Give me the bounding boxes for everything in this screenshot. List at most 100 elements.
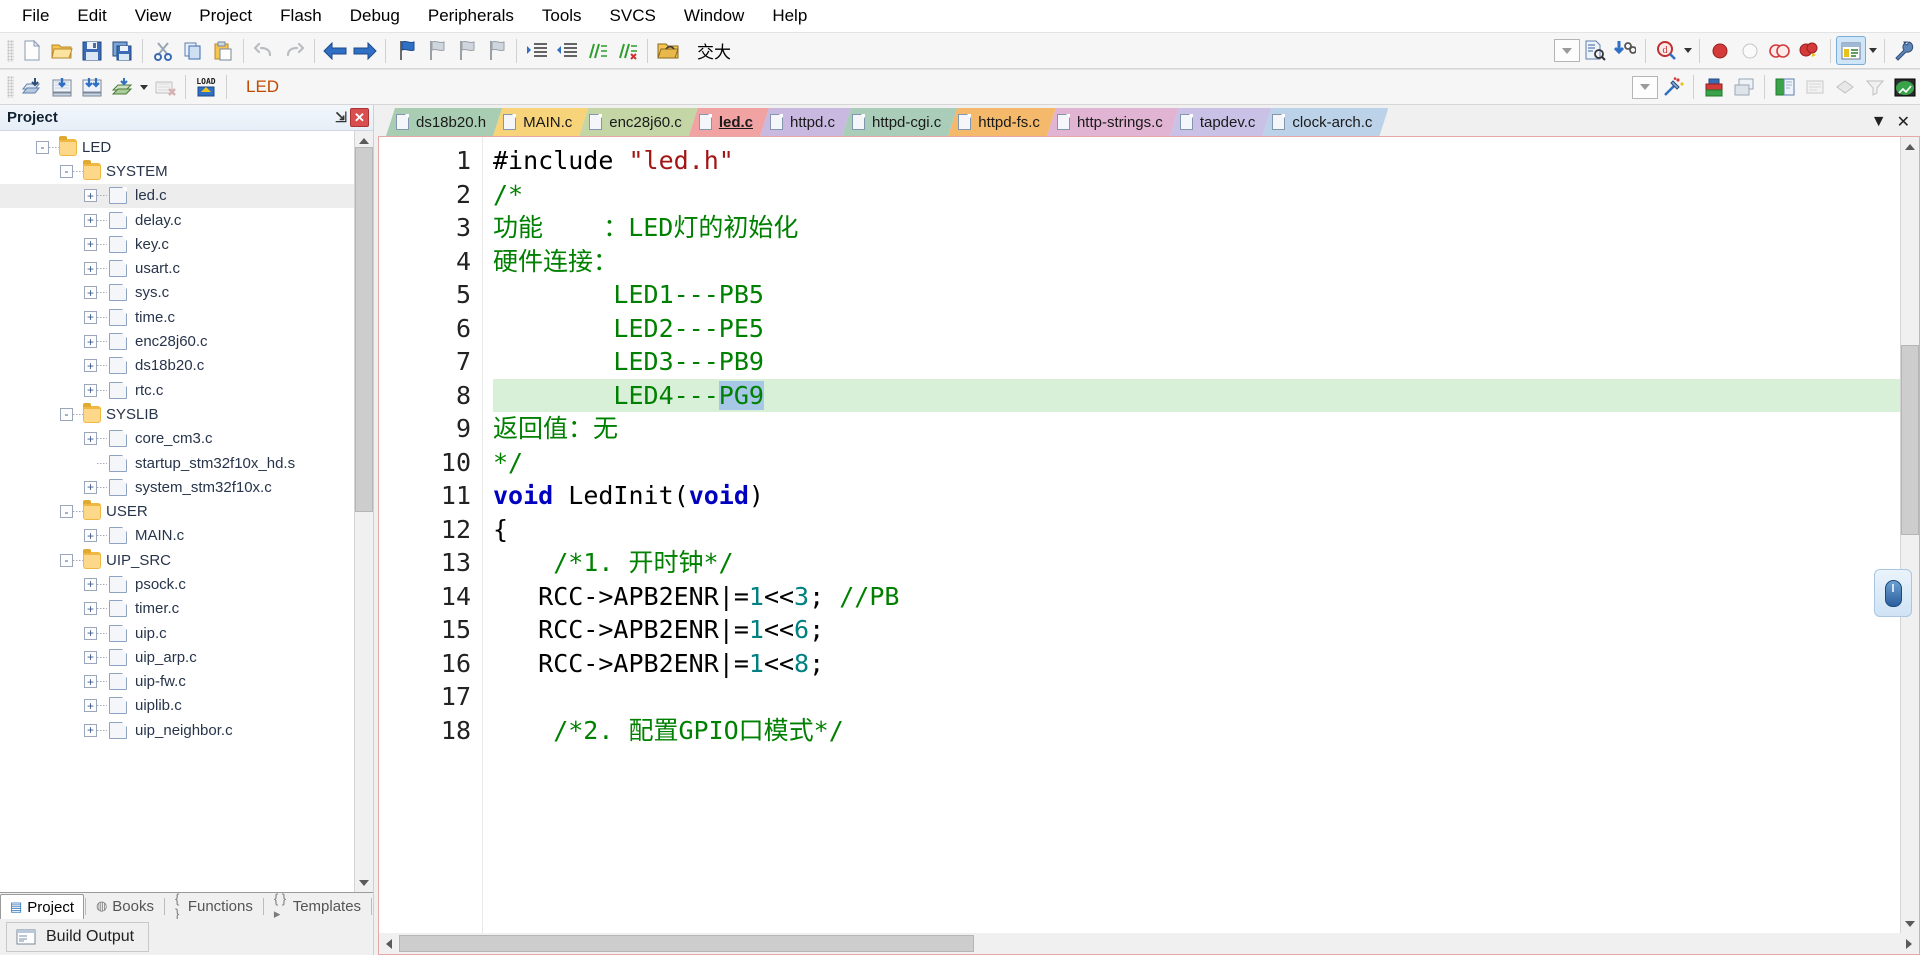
expand-icon[interactable]: + bbox=[84, 675, 97, 688]
code-scroll-thumb[interactable] bbox=[1901, 345, 1919, 535]
editor-tab-tapdev-c[interactable]: tapdev.c bbox=[1170, 108, 1272, 136]
editor-tab-main-c[interactable]: MAIN.c bbox=[493, 108, 588, 136]
incremental-find-icon[interactable] bbox=[1610, 36, 1640, 65]
code-line[interactable]: 返回值：无 bbox=[493, 412, 1900, 446]
code-scroll-region[interactable]: #include "led.h"/*功能 ：LED灯的初始化硬件连接： LED1… bbox=[483, 137, 1900, 933]
breakpoint-disable-icon[interactable] bbox=[1735, 36, 1765, 65]
comment-icon[interactable] bbox=[582, 36, 612, 65]
menu-flash[interactable]: Flash bbox=[266, 2, 336, 30]
expand-icon[interactable]: + bbox=[84, 432, 97, 445]
panel-tab-functions[interactable]: { }Functions bbox=[166, 893, 262, 919]
tree-file-uip-c[interactable]: +uip.c bbox=[0, 621, 354, 645]
debug-float-button[interactable] bbox=[1874, 569, 1912, 617]
collapse-icon[interactable]: - bbox=[60, 505, 73, 518]
rebuild-icon[interactable] bbox=[77, 73, 107, 102]
code-line[interactable]: RCC->APB2ENR|=1<<3; //PB bbox=[493, 580, 1900, 614]
build-output-tab[interactable]: Build Output bbox=[6, 922, 149, 952]
collapse-icon[interactable]: - bbox=[60, 554, 73, 567]
menu-tools[interactable]: Tools bbox=[528, 2, 596, 30]
target-selector-label[interactable]: LED bbox=[246, 77, 279, 97]
code-horizontal-scrollbar[interactable] bbox=[378, 933, 1920, 955]
find-in-files-icon[interactable] bbox=[1580, 36, 1610, 65]
breakpoint-disable-all-icon[interactable] bbox=[1795, 36, 1825, 65]
panel-tab-templates[interactable]: { }▸Templates bbox=[265, 893, 370, 919]
tree-group-uip-src[interactable]: -UIP_SRC bbox=[0, 548, 354, 572]
editor-tab-httpd-cgi-c[interactable]: httpd-cgi.c bbox=[842, 108, 957, 136]
target-dropdown[interactable] bbox=[1632, 76, 1658, 99]
bookmark-toggle-icon[interactable] bbox=[391, 36, 421, 65]
bookmark-next-icon[interactable] bbox=[451, 36, 481, 65]
uncomment-icon[interactable] bbox=[612, 36, 642, 65]
menu-edit[interactable]: Edit bbox=[63, 2, 120, 30]
tree-group-system[interactable]: -SYSTEM bbox=[0, 159, 354, 183]
collapse-icon[interactable]: - bbox=[60, 408, 73, 421]
code-lines[interactable]: #include "led.h"/*功能 ：LED灯的初始化硬件连接： LED1… bbox=[483, 137, 1900, 747]
configuration-wizard-icon[interactable] bbox=[1836, 36, 1866, 65]
outdent-icon[interactable] bbox=[552, 36, 582, 65]
find-dropdown-caret[interactable] bbox=[1681, 36, 1694, 65]
collapse-icon[interactable]: - bbox=[60, 165, 73, 178]
toolbar-grip[interactable] bbox=[7, 40, 14, 62]
find-icon[interactable]: d bbox=[1651, 36, 1681, 65]
tree-file-system-stm32f10x-c[interactable]: +system_stm32f10x.c bbox=[0, 475, 354, 499]
expand-icon[interactable]: + bbox=[84, 699, 97, 712]
expand-icon[interactable]: + bbox=[84, 384, 97, 397]
project-panel-tabs[interactable]: ▤Project◍Books{ }Functions{ }▸Templates bbox=[0, 892, 373, 919]
utilities-icon[interactable] bbox=[1890, 36, 1920, 65]
tab-list-icon[interactable]: ▼ bbox=[1871, 113, 1887, 131]
functions-window-icon[interactable] bbox=[1830, 73, 1860, 102]
expand-icon[interactable]: + bbox=[84, 214, 97, 227]
code-line[interactable]: 功能 ：LED灯的初始化 bbox=[493, 211, 1900, 245]
save-all-icon[interactable] bbox=[107, 36, 137, 65]
scroll-thumb[interactable] bbox=[355, 147, 373, 512]
expand-icon[interactable]: + bbox=[84, 724, 97, 737]
code-scroll-up-icon[interactable] bbox=[1901, 137, 1919, 156]
project-tree-scrollbar[interactable] bbox=[354, 131, 373, 892]
stop-build-icon[interactable] bbox=[150, 73, 180, 102]
code-line[interactable]: #include "led.h" bbox=[493, 144, 1900, 178]
code-scroll-down-icon[interactable] bbox=[1901, 914, 1919, 933]
project-tree[interactable]: -LED-SYSTEM+led.c+delay.c+key.c+usart.c+… bbox=[0, 131, 354, 892]
new-file-icon[interactable] bbox=[17, 36, 47, 65]
expand-icon[interactable]: + bbox=[84, 238, 97, 251]
pin-icon[interactable]: ⇲ bbox=[332, 109, 350, 126]
tree-file-uip-fw-c[interactable]: +uip-fw.c bbox=[0, 670, 354, 694]
debug-session-icon[interactable] bbox=[1890, 73, 1920, 102]
tree-file-usart-c[interactable]: +usart.c bbox=[0, 256, 354, 280]
code-line[interactable]: LED1---PB5 bbox=[493, 278, 1900, 312]
expand-icon[interactable]: + bbox=[84, 286, 97, 299]
menu-project[interactable]: Project bbox=[185, 2, 266, 30]
save-icon[interactable] bbox=[77, 36, 107, 65]
build-icon[interactable] bbox=[47, 73, 77, 102]
code-line[interactable]: */ bbox=[493, 446, 1900, 480]
collapse-icon[interactable]: - bbox=[36, 141, 49, 154]
code-line[interactable]: /*2. 配置GPIO口模式*/ bbox=[493, 714, 1900, 748]
expand-icon[interactable]: + bbox=[84, 359, 97, 372]
expand-icon[interactable]: + bbox=[84, 578, 97, 591]
tree-file-uiplib-c[interactable]: +uiplib.c bbox=[0, 694, 354, 718]
bookmark-clear-icon[interactable] bbox=[481, 36, 511, 65]
panel-tab-books[interactable]: ◍Books bbox=[87, 893, 163, 919]
menu-help[interactable]: Help bbox=[758, 2, 821, 30]
editor-tab-strip[interactable]: ds18b20.hMAIN.cenc28j60.cled.chttpd.chtt… bbox=[378, 105, 1920, 136]
menu-debug[interactable]: Debug bbox=[336, 2, 414, 30]
expand-icon[interactable]: + bbox=[84, 335, 97, 348]
scroll-down-icon[interactable] bbox=[355, 873, 373, 892]
tree-group-syslib[interactable]: -SYSLIB bbox=[0, 402, 354, 426]
bookmark-prev-icon[interactable] bbox=[421, 36, 451, 65]
code-line[interactable]: LED4---PG9 bbox=[493, 379, 1900, 413]
editor-tab-httpd-fs-c[interactable]: httpd-fs.c bbox=[948, 108, 1056, 136]
navigate-back-icon[interactable] bbox=[320, 36, 350, 65]
translate-icon[interactable] bbox=[17, 73, 47, 102]
code-line[interactable]: /* bbox=[493, 178, 1900, 212]
tree-file-main-c[interactable]: +MAIN.c bbox=[0, 524, 354, 548]
code-line[interactable] bbox=[493, 680, 1900, 714]
expand-icon[interactable]: + bbox=[84, 651, 97, 664]
tree-file-delay-c[interactable]: +delay.c bbox=[0, 208, 354, 232]
menu-view[interactable]: View bbox=[121, 2, 186, 30]
tree-file-enc28j60-c[interactable]: +enc28j60.c bbox=[0, 329, 354, 353]
tree-file-key-c[interactable]: +key.c bbox=[0, 232, 354, 256]
hscroll-right-icon[interactable] bbox=[1899, 934, 1919, 954]
breakpoint-insert-icon[interactable] bbox=[1705, 36, 1735, 65]
expand-icon[interactable]: + bbox=[84, 311, 97, 324]
